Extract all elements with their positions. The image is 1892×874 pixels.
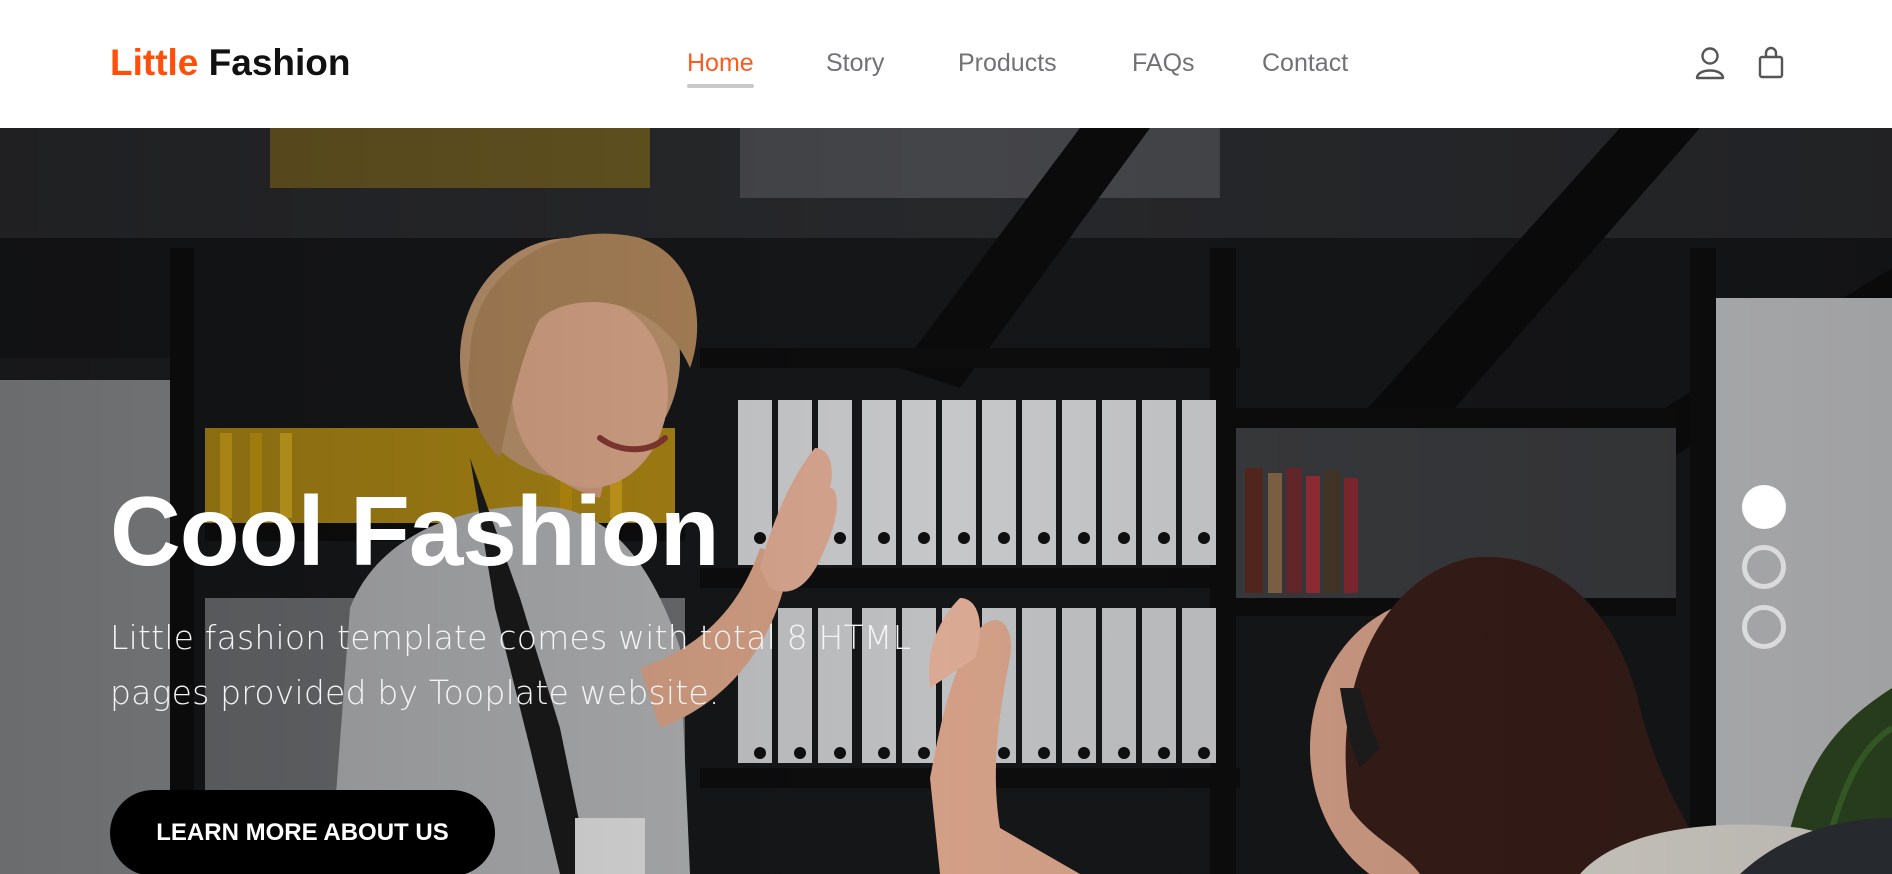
- hero-section: Cool Fashion Little fashion template com…: [0, 128, 1892, 874]
- hero-subtitle-line-2: pages provided by Tooplate website.: [110, 673, 720, 712]
- shopping-bag-icon[interactable]: [1757, 46, 1789, 80]
- navbar: Little Fashion Home Story Products FAQs …: [0, 0, 1892, 128]
- user-icon[interactable]: [1694, 46, 1726, 80]
- nav-link-contact[interactable]: Contact: [1262, 44, 1348, 82]
- carousel-dot-2[interactable]: [1742, 545, 1786, 589]
- learn-more-button[interactable]: LEARN MORE ABOUT US: [110, 790, 495, 874]
- nav-link-story[interactable]: Story: [826, 44, 884, 82]
- main-nav: Home Story Products FAQs Contact: [0, 44, 1892, 90]
- nav-link-products[interactable]: Products: [958, 44, 1057, 82]
- hero-subtitle-line-1: Little fashion template comes with total…: [110, 618, 912, 657]
- nav-link-home[interactable]: Home: [687, 44, 754, 88]
- hero-subtitle: Little fashion template comes with total…: [110, 610, 930, 720]
- hero-title: Cool Fashion: [110, 476, 720, 586]
- carousel-dot-3[interactable]: [1742, 605, 1786, 649]
- nav-link-faqs[interactable]: FAQs: [1132, 44, 1195, 82]
- carousel-dot-1[interactable]: [1742, 485, 1786, 529]
